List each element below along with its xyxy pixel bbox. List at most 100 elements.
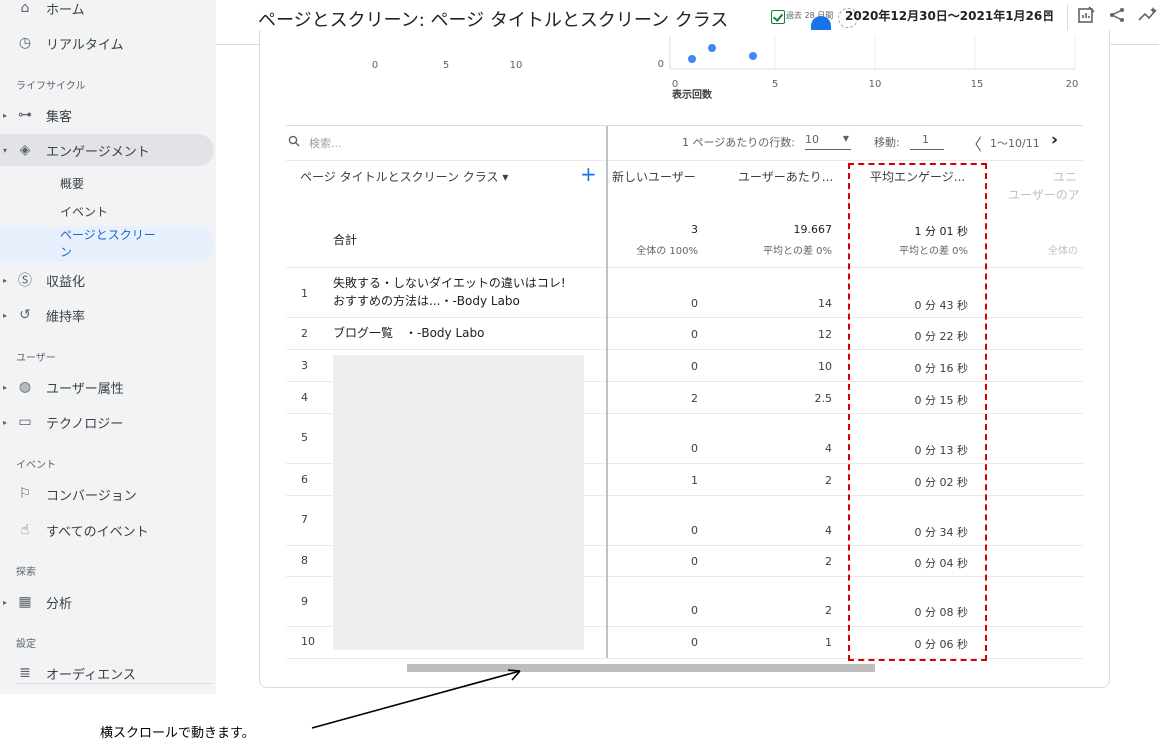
- cell-per-user: 14: [818, 297, 832, 310]
- sidebar-item-label: ページとスクリー ン: [60, 228, 156, 259]
- rows-per-page-value: 10: [805, 133, 819, 146]
- cell-per-user: 2: [825, 555, 832, 568]
- col-header-new-users[interactable]: 新しいユーザー: [612, 168, 696, 185]
- acquisition-icon: ⊶: [18, 107, 32, 123]
- cell-per-user: 12: [818, 328, 832, 341]
- add-dimension-button[interactable]: +: [580, 162, 597, 186]
- x-axis-label: 表示回数: [671, 88, 713, 101]
- chevron-down-icon: ▼: [842, 134, 849, 143]
- sidebar-item-label: 収益化: [46, 274, 86, 290]
- row-number: 7: [301, 513, 308, 526]
- sidebar-item-retention[interactable]: ▸ ↺ 維持率: [0, 299, 85, 331]
- next-page-button[interactable]: ›: [1051, 130, 1058, 150]
- clock-icon: ◷: [18, 35, 32, 51]
- sidebar-item-label: 集客: [46, 109, 73, 125]
- comparison-badge[interactable]: [811, 16, 831, 30]
- cell-new-users: 0: [691, 360, 698, 373]
- sidebar-item-realtime[interactable]: ◷ リアルタイム: [0, 27, 124, 59]
- chevron-right-icon: ▸: [3, 275, 8, 285]
- total-extra-sub: 全体の: [1048, 246, 1078, 257]
- section-event: イベント: [16, 460, 56, 471]
- page-title: ページとスクリーン: ページ タイトルとスクリーン クラス: [258, 10, 729, 31]
- sidebar-item-events[interactable]: イベント: [60, 203, 108, 220]
- cell-per-user: 2: [825, 604, 832, 617]
- col-header-unique-sub: ユーザーのア: [1008, 188, 1080, 202]
- cell-new-users: 0: [691, 555, 698, 568]
- flag-icon: ⚐: [18, 486, 32, 502]
- retention-icon: ↺: [19, 307, 31, 323]
- row-title-line2[interactable]: おすすめの方法は...・-Body Labo: [333, 292, 520, 311]
- total-per-user: 19.667: [793, 223, 833, 236]
- cell-new-users: 0: [691, 442, 698, 455]
- touch-icon: ☝: [20, 522, 30, 538]
- cell-per-user: 4: [825, 442, 832, 455]
- sidebar-item-label: コンバージョン: [46, 488, 137, 504]
- sidebar-divider: [16, 683, 212, 684]
- col-header-per-user[interactable]: ユーザーあたり...: [738, 168, 833, 185]
- cell-new-users: 0: [691, 604, 698, 617]
- sidebar-item-overview[interactable]: 概要: [60, 175, 84, 192]
- cell-new-users: 0: [691, 524, 698, 537]
- globe-icon: ◍: [18, 379, 32, 395]
- sidebar-item-home[interactable]: ⌂ ホーム: [0, 0, 85, 24]
- column-divider[interactable]: [606, 126, 608, 658]
- sidebar-item-conversions[interactable]: ⚐ コンバージョン: [0, 478, 137, 510]
- insights-icon[interactable]: [1137, 4, 1159, 26]
- row-divider: [286, 160, 1083, 161]
- sidebar-item-analysis[interactable]: ▸ ▦ 分析: [0, 586, 72, 618]
- table-top-border: [286, 125, 1083, 126]
- sidebar-item-monetization[interactable]: ▸ Ⓢ 収益化: [0, 264, 85, 296]
- devices-icon: ▭: [18, 414, 32, 430]
- date-range-picker[interactable]: 2020年12月30日～2021年1月26日: [845, 7, 1054, 24]
- x-tick-label: 5: [772, 79, 778, 90]
- rows-per-page-select[interactable]: 10 ▼: [805, 130, 851, 150]
- x-tick-label: 20: [1066, 79, 1079, 90]
- dimension-header[interactable]: ページ タイトルとスクリーン クラス ▾: [300, 168, 508, 185]
- sidebar-item-label: テクノロジー: [46, 416, 124, 432]
- row-title[interactable]: ブログ一覧 ・-Body Labo: [333, 324, 484, 343]
- sidebar-item-pages-screens[interactable]: ページとスクリー ン: [0, 226, 214, 262]
- share-icon[interactable]: [1106, 4, 1128, 26]
- row-number: 4: [301, 391, 308, 404]
- sidebar-item-label: すべてのイベント: [46, 524, 149, 540]
- x-tick-label: 15: [971, 79, 984, 90]
- chevron-down-icon[interactable]: ▼: [1045, 9, 1052, 19]
- sidebar-item-user-attributes[interactable]: ▸ ◍ ユーザー属性: [0, 371, 124, 403]
- row-title[interactable]: 失敗する・しないダイエットの違いはコレ!: [333, 274, 566, 293]
- goto-page-input[interactable]: 1: [910, 130, 944, 150]
- sidebar-item-audiences[interactable]: ≣ オーディエンス: [0, 657, 136, 689]
- analysis-icon: ▦: [18, 594, 32, 610]
- section-user: ユーザー: [16, 353, 56, 364]
- sidebar-item-acquisition[interactable]: ▸ ⊶ 集客: [0, 99, 72, 131]
- section-settings: 設定: [16, 639, 36, 650]
- col-header-unique[interactable]: ユニ: [1053, 168, 1077, 185]
- annotation-text: 横スクロールで動きます。: [100, 726, 255, 741]
- edit-report-icon[interactable]: [1075, 4, 1097, 26]
- sidebar-item-all-events[interactable]: ☝ すべてのイベント: [0, 514, 149, 546]
- highlight-box: [848, 163, 987, 661]
- cell-per-user: 2.5: [814, 392, 833, 405]
- row-number: 2: [301, 327, 308, 340]
- sidebar-item-technology[interactable]: ▸ ▭ テクノロジー: [0, 406, 123, 438]
- section-explore: 探索: [16, 567, 36, 578]
- x-tick-label: 10: [869, 79, 882, 90]
- row-number: 10: [301, 635, 315, 648]
- audience-icon: ≣: [19, 665, 31, 681]
- sidebar-item-label: オーディエンス: [46, 667, 136, 683]
- row-number: 1: [301, 287, 308, 300]
- sidebar-item-label: ユーザー属性: [46, 381, 124, 397]
- dollar-icon: Ⓢ: [18, 273, 32, 289]
- sidebar-item-label: 維持率: [46, 309, 86, 325]
- search-input[interactable]: 検索...: [309, 135, 342, 151]
- sidebar-item-engagement[interactable]: ▾ ◈ エンゲージメント: [0, 134, 214, 166]
- chevron-right-icon: ▸: [3, 110, 8, 120]
- prev-page-button[interactable]: 〈: [966, 131, 982, 155]
- sidebar-item-label: リアルタイム: [46, 37, 124, 53]
- horizontal-scrollbar[interactable]: [407, 664, 875, 672]
- chart-left-axis: 0 5 10: [372, 60, 523, 71]
- header-divider: [1067, 4, 1068, 30]
- goto-label: 移動:: [874, 136, 900, 149]
- cell-per-user: 1: [825, 636, 832, 649]
- check-icon[interactable]: [771, 10, 785, 24]
- chevron-right-icon: ▸: [3, 382, 8, 392]
